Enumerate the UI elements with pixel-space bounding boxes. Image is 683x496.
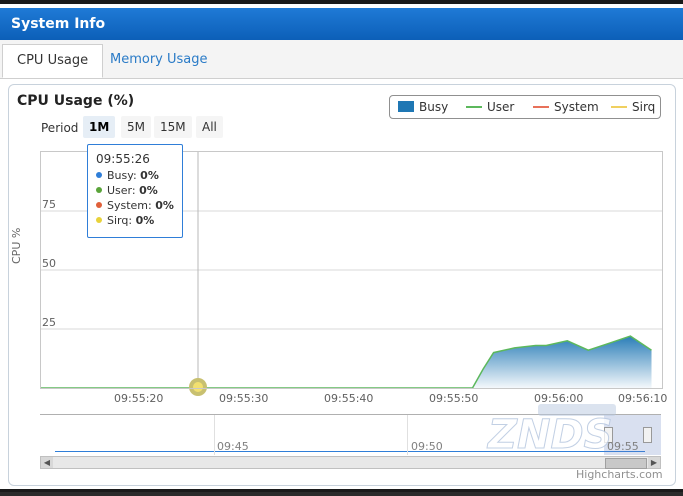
x-tick: 09:55:40 — [324, 392, 374, 405]
tooltip-row-busy: Busy: 0% — [96, 168, 174, 183]
app-frame: System Info CPU Usage Memory Usage CPU U… — [0, 0, 683, 492]
navigator-tick: 09:55 — [607, 440, 639, 453]
navigator-tick: 09:50 — [411, 440, 443, 453]
navigator-series — [55, 451, 645, 452]
y-tick-50: 50 — [42, 257, 56, 270]
navigator-gridline — [407, 415, 408, 455]
tooltip-time: 09:55:26 — [96, 152, 150, 166]
tooltip-dot — [96, 187, 102, 193]
tooltip-series-value: 0% — [135, 214, 155, 227]
tooltip-row-system: System: 0% — [96, 198, 174, 213]
navigator-gridline — [214, 415, 215, 455]
tooltip-series-value: 0% — [155, 199, 174, 212]
x-tick: 09:55:50 — [429, 392, 479, 405]
tooltip-dot — [96, 202, 102, 208]
x-tick: 09:56:10 — [618, 392, 668, 405]
y-axis-label: CPU % — [10, 227, 23, 264]
navigator-scrollbar[interactable]: ◀ ▶ — [40, 456, 661, 469]
chart-tooltip: 09:55:26 Busy: 0% User: 0% System: 0% Si… — [87, 144, 183, 238]
tooltip-series-name: Sirq: — [107, 214, 133, 227]
tooltip-series-name: User: — [107, 184, 136, 197]
x-tick: 09:55:30 — [219, 392, 269, 405]
tooltip-dot — [96, 217, 102, 223]
tooltip-row-user: User: 0% — [96, 183, 174, 198]
tooltip-series-name: Busy: — [107, 169, 137, 182]
tooltip-series-name: System: — [107, 199, 152, 212]
tooltip-row-sirq: Sirq: 0% — [96, 213, 174, 228]
x-tick: 09:55:20 — [114, 392, 164, 405]
tooltip-series-value: 0% — [140, 169, 159, 182]
scroll-right-arrow[interactable]: ▶ — [648, 457, 660, 468]
credits-link[interactable]: Highcharts.com — [576, 468, 663, 481]
tooltip-series-value: 0% — [139, 184, 158, 197]
y-tick-25: 25 — [42, 316, 56, 329]
x-tick: 09:56:00 — [534, 392, 584, 405]
navigator-tick: 09:45 — [217, 440, 249, 453]
navigator[interactable] — [40, 414, 661, 455]
scroll-left-arrow[interactable]: ◀ — [41, 457, 53, 468]
y-tick-75: 75 — [42, 198, 56, 211]
tooltip-dot — [96, 172, 102, 178]
navigator-right-handle[interactable] — [643, 427, 652, 443]
